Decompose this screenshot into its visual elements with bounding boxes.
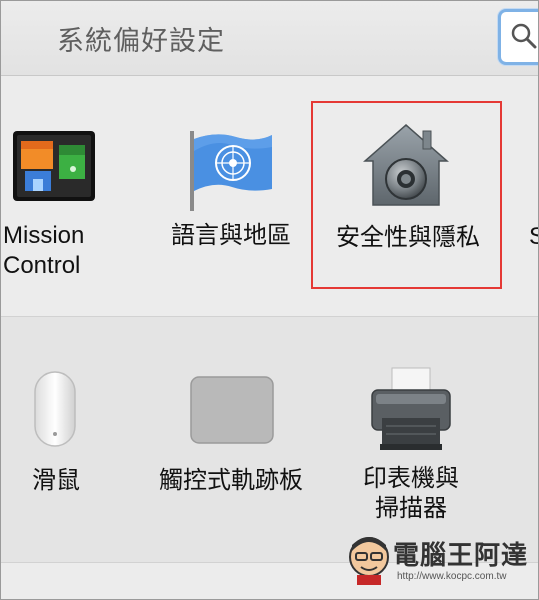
mouse-icon <box>34 371 76 447</box>
watermark: 電腦王阿達 http://www.kocpc.com.tw <box>347 529 537 589</box>
pane-printers-scanners[interactable]: 印表機與 掃描器 <box>336 366 486 536</box>
window-title: 系統偏好設定 <box>57 26 225 56</box>
search-icon <box>511 23 537 49</box>
pane-label: 語言與地區 <box>171 222 291 249</box>
pane-mouse[interactable]: 滑鼠 <box>1 366 111 506</box>
trackpad-icon <box>190 376 274 444</box>
pane-label-partial: S <box>529 223 538 251</box>
pane-label: 滑鼠 <box>32 467 80 494</box>
watermark-url: http://www.kocpc.com.tw <box>397 571 507 582</box>
pane-mission-control[interactable]: Mission Control <box>1 121 111 291</box>
pane-label: Mission Control <box>3 222 85 279</box>
system-preferences-window: 系統偏好設定 Mission Control 語言與地區 安全性與隱私 滑鼠 觸… <box>0 0 539 600</box>
printer-icon <box>371 367 451 450</box>
united-nations-flag-icon <box>190 131 272 211</box>
pane-trackpad[interactable]: 觸控式軌跡板 <box>146 366 316 506</box>
watermark-text: 電腦王阿達 <box>393 540 529 570</box>
selection-highlight-box <box>311 101 502 289</box>
pane-language-region[interactable]: 語言與地區 <box>156 121 306 291</box>
pane-label: 觸控式軌跡板 <box>159 467 303 494</box>
pane-label: 印表機與 掃描器 <box>363 465 459 522</box>
titlebar: 系統偏好設定 <box>1 1 538 76</box>
mission-control-icon <box>13 131 95 201</box>
mascot-logo-icon <box>349 537 389 585</box>
search-field[interactable] <box>498 9 538 65</box>
